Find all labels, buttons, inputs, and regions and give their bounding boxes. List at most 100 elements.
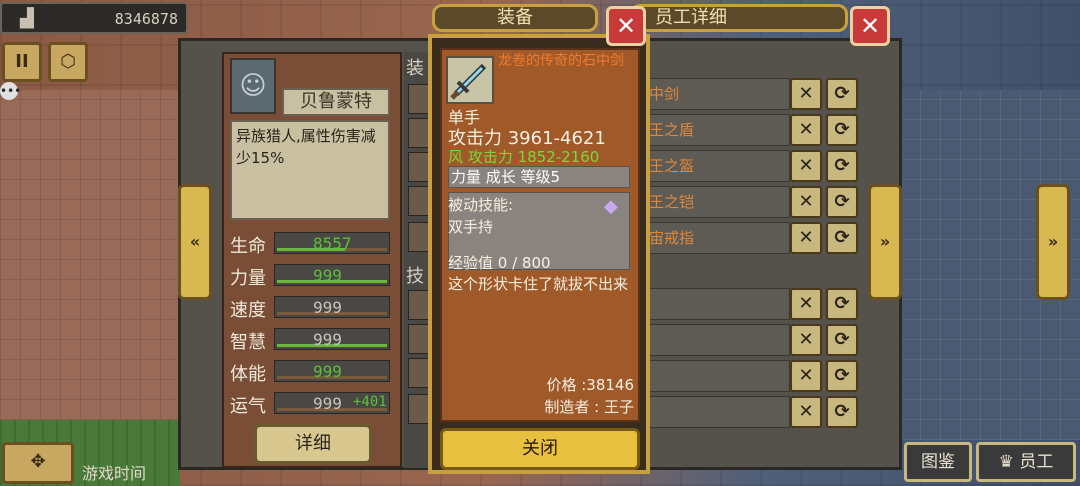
exp-label: 经验值: [448, 254, 494, 272]
unequip-button[interactable]: ✕: [790, 114, 822, 146]
swap-icon: ⟳: [834, 155, 850, 176]
next-staff-button[interactable]: »: [868, 184, 902, 300]
swap-button[interactable]: ⟳: [826, 114, 858, 146]
tab-staff-detail[interactable]: 员工详细: [630, 4, 848, 32]
passive-skill-title: 被动技能:: [448, 196, 514, 214]
stat-value: 999: [313, 298, 342, 317]
close-popup-button[interactable]: ✕: [606, 6, 646, 46]
cross-icon: ✕: [798, 365, 814, 386]
stat-label: 运气: [230, 396, 266, 417]
stat-label: 速度: [230, 300, 266, 321]
swap-skill-button[interactable]: ⟳: [826, 360, 858, 392]
skill-row[interactable]: [644, 396, 790, 428]
price-value: 38146: [586, 376, 634, 394]
stat-row: 体能 999: [230, 358, 392, 388]
stat-value: 999: [313, 266, 342, 285]
item-flavor-text: 这个形状卡住了就拔不出来: [448, 275, 629, 293]
chevron-double-left-icon: «: [189, 232, 201, 251]
swap-button[interactable]: ⟳: [826, 222, 858, 254]
unequip-button[interactable]: ✕: [790, 186, 822, 218]
cross-icon: ✕: [798, 191, 814, 212]
cross-icon: ✕: [798, 401, 814, 422]
stat-row: 生命 8557: [230, 230, 392, 260]
cross-icon: ✕: [798, 293, 814, 314]
coins-icon: ⬡: [60, 51, 76, 72]
unequip-button[interactable]: ✕: [790, 222, 822, 254]
close-panel-button[interactable]: ✕: [850, 6, 890, 46]
equipment-row[interactable]: 王之盾: [644, 114, 790, 146]
skill-row[interactable]: [644, 360, 790, 392]
equipment-row[interactable]: 中剑: [644, 78, 790, 110]
staff-button[interactable]: ♛ 员工: [976, 442, 1076, 482]
swap-button[interactable]: ⟳: [826, 78, 858, 110]
character-description: 异族猎人,属性伤害减少15%: [230, 120, 390, 220]
stat-bar: 8557: [274, 232, 390, 254]
next-page-button[interactable]: »: [1036, 184, 1070, 300]
swap-icon: ⟳: [834, 119, 850, 140]
stat-row: 力量 999: [230, 262, 392, 292]
tab-equipment[interactable]: 装备: [432, 4, 598, 32]
move-button[interactable]: ✥: [2, 442, 74, 484]
stat-label: 体能: [230, 364, 266, 385]
item-element-attack: 风 攻击力 1852-2160: [448, 146, 599, 167]
stat-value: 8557: [313, 234, 352, 253]
maker-label: 制造者: [544, 398, 590, 416]
item-maker: 制造者 : 王子: [544, 398, 634, 416]
price-label: 价格: [546, 376, 577, 394]
remove-skill-button[interactable]: ✕: [790, 324, 822, 356]
stat-label: 力量: [230, 268, 266, 289]
item-icon: [446, 56, 494, 104]
equipment-row[interactable]: 王之盔: [644, 150, 790, 182]
maker-value: 王子: [603, 398, 634, 416]
previous-staff-button[interactable]: «: [178, 184, 212, 300]
remove-skill-button[interactable]: ✕: [790, 288, 822, 320]
swap-icon: ⟳: [834, 83, 850, 104]
cross-icon: ✕: [798, 83, 814, 104]
section-divider: [644, 262, 866, 286]
unequip-button[interactable]: ✕: [790, 150, 822, 182]
swap-skill-button[interactable]: ⟳: [826, 288, 858, 320]
swap-skill-button[interactable]: ⟳: [826, 324, 858, 356]
item-price: 价格 :38146: [546, 376, 634, 394]
detail-button[interactable]: 详细: [254, 424, 372, 464]
swap-button[interactable]: ⟳: [826, 150, 858, 182]
equipment-row[interactable]: 宙戒指: [644, 222, 790, 254]
cross-icon: ✕: [798, 155, 814, 176]
stat-row: 速度 999: [230, 294, 392, 324]
swap-icon: ⟳: [834, 191, 850, 212]
remove-skill-button[interactable]: ✕: [790, 360, 822, 392]
stat-row: 运气 999 +401: [230, 390, 392, 420]
swap-icon: ⟳: [834, 227, 850, 248]
money-value: 8346878: [114, 10, 178, 28]
swap-icon: ⟳: [834, 293, 850, 314]
money-display: ▟ 8346878: [0, 2, 188, 34]
equipment-row[interactable]: 王之铠: [644, 186, 790, 218]
character-portrait: ☺: [230, 58, 276, 114]
swap-skill-button[interactable]: ⟳: [826, 396, 858, 428]
exp-value: 0 / 800: [497, 254, 551, 272]
collection-button[interactable]: 图鉴: [904, 442, 972, 482]
skill-row[interactable]: [644, 324, 790, 356]
more-icon[interactable]: •••: [0, 82, 21, 100]
remove-skill-button[interactable]: ✕: [790, 396, 822, 428]
unequip-button[interactable]: ✕: [790, 78, 822, 110]
cross-icon: ✕: [798, 119, 814, 140]
stat-bar: 999: [274, 360, 390, 382]
swap-button[interactable]: ⟳: [826, 186, 858, 218]
stat-bonus: +401: [353, 394, 387, 410]
item-name: 龙卷的传奇的石中剑: [498, 53, 624, 69]
swap-icon: ⟳: [834, 365, 850, 386]
pause-button[interactable]: II: [2, 42, 42, 82]
character-name: 贝鲁蒙特: [282, 88, 390, 116]
close-item-button[interactable]: 关闭: [440, 428, 640, 470]
chart-bar-icon: ▟: [20, 8, 34, 29]
swap-icon: ⟳: [834, 329, 850, 350]
stat-bar: 999: [274, 264, 390, 286]
item-growth: 力量 成长 等级5: [448, 166, 630, 188]
skill-section-label: 技: [406, 266, 424, 287]
passive-skill-name: 双手持: [448, 218, 494, 236]
coins-button[interactable]: ⬡: [48, 42, 88, 82]
skill-row[interactable]: [644, 288, 790, 320]
chevron-double-right-icon: »: [1047, 232, 1059, 251]
stat-value: 999: [313, 330, 342, 349]
